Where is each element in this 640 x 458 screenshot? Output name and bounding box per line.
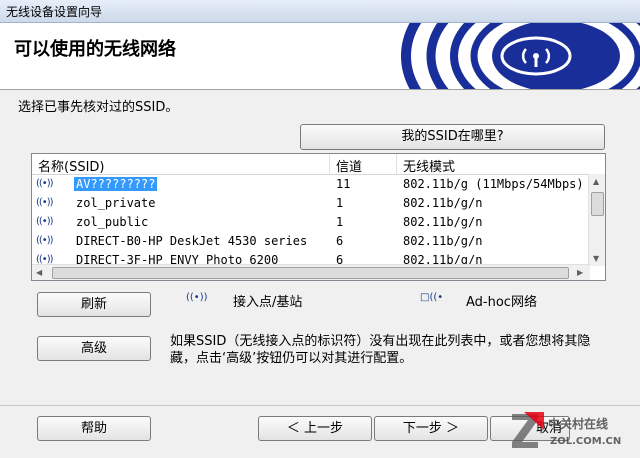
network-list[interactable]: 名称(SSID) 信道 无线模式 ((•)) AV????????? 11 80… xyxy=(31,153,606,281)
column-header-channel[interactable]: 信道 xyxy=(336,156,362,175)
table-row[interactable]: ((•)) DIRECT-B0-HP DeskJet 4530 series 6… xyxy=(32,233,590,251)
advanced-button[interactable]: 高级 xyxy=(37,336,151,361)
horizontal-scrollbar[interactable]: ◀ ▶ xyxy=(32,264,590,280)
window-title: 无线设备设置向导 xyxy=(6,5,103,19)
footer-divider xyxy=(0,405,640,406)
help-button[interactable]: 帮助 xyxy=(37,416,151,441)
ssid-cell: AV????????? xyxy=(74,177,158,191)
zol-watermark-logo: 中关村在线 ZOL.COM.CN xyxy=(512,412,621,448)
back-button[interactable]: ＜ 上一步 xyxy=(258,416,372,441)
access-point-icon: ((•)) xyxy=(36,216,53,227)
ssid-cell: DIRECT-B0-HP DeskJet 4530 series xyxy=(76,234,308,248)
scroll-down-icon[interactable]: ▼ xyxy=(593,254,599,263)
column-divider xyxy=(329,154,330,174)
ssid-cell: zol_public xyxy=(76,215,149,229)
next-button[interactable]: 下一步 ＞ xyxy=(374,416,488,441)
wizard-header: 可以使用的无线网络 xyxy=(0,23,640,90)
ssid-cell: zol_private xyxy=(76,196,156,210)
window-titlebar: 无线设备设置向导 xyxy=(0,0,640,23)
list-header: 名称(SSID) 信道 无线模式 xyxy=(32,154,590,175)
table-row[interactable]: ((•)) zol_private 1 802.11b/g/n xyxy=(32,195,590,213)
watermark-url: ZOL.COM.CN xyxy=(550,436,621,447)
adhoc-legend-label: Ad-hoc网络 xyxy=(466,295,537,310)
channel-cell: 1 xyxy=(336,196,344,210)
mode-cell: 802.11b/g/n xyxy=(403,196,483,210)
table-row[interactable]: ((•)) zol_public 1 802.11b/g/n xyxy=(32,214,590,232)
access-point-icon: ((•)) xyxy=(36,235,53,246)
column-header-ssid[interactable]: 名称(SSID) xyxy=(38,156,105,175)
horizontal-scroll-thumb[interactable] xyxy=(52,267,569,279)
adhoc-legend-icon: □((• xyxy=(420,292,444,303)
hidden-ssid-note: 如果SSID（无线接入点的标识符）没有出现在此列表中，或者您想将其隐藏，点击‘高… xyxy=(170,334,591,366)
where-is-my-ssid-button[interactable]: 我的SSID在哪里? xyxy=(300,124,605,150)
access-point-legend-label: 接入点/基站 xyxy=(233,295,303,310)
access-point-icon: ((•)) xyxy=(36,197,53,208)
channel-cell: 1 xyxy=(336,215,344,229)
watermark-brand: 中关村在线 xyxy=(548,416,608,431)
vertical-scroll-thumb[interactable] xyxy=(591,192,604,216)
mode-cell: 802.11b/g (11Mbps/54Mbps) xyxy=(403,177,584,191)
scroll-left-icon[interactable]: ◀ xyxy=(36,268,42,277)
channel-cell: 6 xyxy=(336,234,344,248)
column-header-mode[interactable]: 无线模式 xyxy=(403,156,455,175)
instruction-text: 选择已事先核对过的SSID。 xyxy=(18,100,179,115)
mode-cell: 802.11b/g/n xyxy=(403,234,483,248)
channel-cell: 11 xyxy=(336,177,351,191)
vertical-scrollbar[interactable]: ▲ ▼ xyxy=(588,174,605,266)
access-point-icon: ((•)) xyxy=(36,178,53,189)
column-divider xyxy=(396,154,397,174)
mode-cell: 802.11b/g/n xyxy=(403,215,483,229)
table-row[interactable]: ((•)) AV????????? 11 802.11b/g (11Mbps/5… xyxy=(32,176,590,194)
wireless-logo-icon xyxy=(376,23,640,89)
refresh-button[interactable]: 刷新 xyxy=(37,292,151,317)
page-title: 可以使用的无线网络 xyxy=(14,39,176,60)
scroll-right-icon[interactable]: ▶ xyxy=(577,268,583,277)
scroll-up-icon[interactable]: ▲ xyxy=(593,177,599,186)
access-point-legend-icon: ((•)) xyxy=(186,292,208,303)
